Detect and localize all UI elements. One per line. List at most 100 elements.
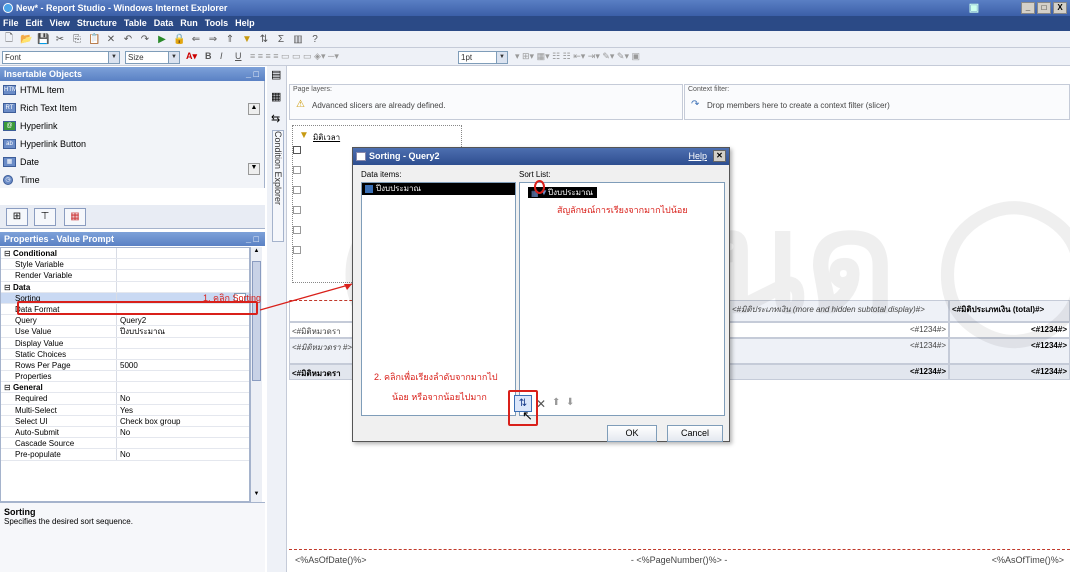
insertable-time[interactable]: ◷ Time bbox=[0, 171, 264, 189]
property-row[interactable]: Rows Per Page 5000 bbox=[1, 359, 249, 372]
underline-icon[interactable]: U bbox=[235, 51, 242, 61]
property-value[interactable] bbox=[117, 371, 249, 381]
insertable-html-item[interactable]: HTML HTML Item bbox=[0, 81, 264, 99]
page-explorer-icon[interactable]: ▤ bbox=[271, 68, 281, 81]
menu-edit[interactable]: Edit bbox=[26, 16, 43, 31]
property-row[interactable]: Select UI Check box group bbox=[1, 415, 249, 427]
property-row[interactable]: Required No bbox=[1, 393, 249, 405]
condition-explorer-tab[interactable]: Condition Explorer bbox=[272, 130, 284, 242]
restore-icon[interactable]: ▣ bbox=[965, 1, 983, 15]
condition-explorer-icon[interactable]: ⇆ bbox=[271, 112, 280, 125]
property-value[interactable]: Yes bbox=[117, 405, 249, 415]
insertable-date[interactable]: ▦ Date bbox=[0, 153, 264, 171]
help-link[interactable]: Help bbox=[688, 148, 707, 165]
forward-icon[interactable]: ⇒ bbox=[207, 34, 219, 45]
scroll-down-icon[interactable]: ▼ bbox=[252, 491, 261, 501]
font-combo[interactable]: Font ▼ bbox=[2, 51, 120, 64]
property-value[interactable] bbox=[117, 338, 249, 348]
menu-structure[interactable]: Structure bbox=[77, 16, 117, 31]
font-color-icon[interactable]: A▾ bbox=[186, 51, 197, 62]
checkbox[interactable] bbox=[293, 166, 301, 174]
menu-run[interactable]: Run bbox=[180, 16, 198, 31]
property-value[interactable]: Check box group bbox=[117, 416, 249, 426]
property-row[interactable]: Use Value ปีงบประมาณ bbox=[1, 326, 249, 338]
menu-help[interactable]: Help bbox=[235, 16, 255, 31]
close-icon[interactable]: ✕ bbox=[713, 150, 726, 162]
data-item[interactable]: ปีงบประมาณ bbox=[362, 183, 515, 195]
sort-list[interactable]: ▦ ▼ ปีงบประมาณ bbox=[519, 182, 725, 416]
menu-data[interactable]: Data bbox=[154, 16, 174, 31]
help-icon[interactable]: ? bbox=[309, 34, 321, 45]
insertable-rich-text-item[interactable]: RT Rich Text Item bbox=[0, 99, 264, 117]
page-layers-area[interactable]: Page layers: ⚠ Advanced slicers are alre… bbox=[289, 84, 683, 120]
property-row[interactable]: Properties bbox=[1, 371, 249, 383]
cut-icon[interactable]: ✂ bbox=[54, 34, 66, 45]
up-icon[interactable]: ⇑ bbox=[224, 34, 236, 45]
property-value[interactable]: No bbox=[117, 393, 249, 403]
minimize-button[interactable]: _ bbox=[1021, 2, 1035, 14]
insertable-hyperlink[interactable]: @ Hyperlink bbox=[0, 117, 264, 135]
checkbox[interactable] bbox=[293, 226, 301, 234]
undo-icon[interactable]: ↶ bbox=[122, 34, 134, 45]
filter-icon[interactable]: ▼ bbox=[241, 34, 253, 45]
scroll-up-icon[interactable]: ▲ bbox=[252, 248, 261, 258]
menu-tools[interactable]: Tools bbox=[205, 16, 228, 31]
property-row[interactable]: Auto-Submit No bbox=[1, 427, 249, 439]
property-value[interactable]: 5000 bbox=[117, 360, 249, 370]
italic-icon[interactable]: I bbox=[220, 51, 223, 61]
checkbox[interactable] bbox=[293, 186, 301, 194]
checkbox[interactable] bbox=[293, 146, 301, 154]
property-row[interactable]: Render Variable bbox=[1, 270, 249, 282]
property-row[interactable]: Cascade Source bbox=[1, 438, 249, 450]
property-row[interactable]: General bbox=[1, 382, 249, 394]
lock-icon[interactable]: 🔒 bbox=[173, 34, 185, 45]
cancel-button[interactable]: Cancel bbox=[667, 425, 723, 442]
panel-minimize-icon[interactable]: _ □ bbox=[246, 232, 259, 246]
border-width-combo[interactable]: 1pt ▼ bbox=[458, 51, 508, 64]
paste-icon[interactable]: 📋 bbox=[88, 34, 100, 45]
align-icons[interactable]: ≡ ≡ ≡ ≡ ▭ ▭ ▭ ◈▾ ─▾ bbox=[250, 51, 339, 62]
property-row[interactable]: Query Query2 bbox=[1, 315, 249, 327]
checkbox[interactable] bbox=[293, 246, 301, 254]
property-row[interactable]: Static Choices bbox=[1, 348, 249, 360]
property-value[interactable] bbox=[117, 270, 249, 280]
scroll-up-icon[interactable]: ▲ bbox=[248, 103, 260, 115]
panel-minimize-icon[interactable]: _ □ bbox=[246, 67, 259, 81]
more-format-icons[interactable]: ▾ ⊞▾ ▦▾ ☷ ☷ ⇤▾ ⇥▾ ✎▾ ✎▾ ▣ bbox=[515, 51, 640, 62]
save-icon[interactable]: 💾 bbox=[37, 34, 49, 45]
move-up-icon[interactable]: ⬆ bbox=[552, 397, 560, 408]
scroll-down-icon[interactable]: ▼ bbox=[248, 163, 260, 175]
property-value[interactable] bbox=[117, 438, 249, 448]
property-value[interactable] bbox=[117, 382, 249, 392]
property-value[interactable] bbox=[117, 248, 249, 258]
property-row[interactable]: Multi-Select Yes bbox=[1, 404, 249, 416]
open-icon[interactable]: 📂 bbox=[20, 34, 32, 45]
ok-button[interactable]: OK bbox=[607, 425, 657, 442]
property-value[interactable]: Query2 bbox=[117, 315, 249, 325]
data-items-tab-icon[interactable]: ⊤ bbox=[34, 208, 56, 226]
menu-table[interactable]: Table bbox=[124, 16, 147, 31]
property-value[interactable]: ปีงบประมาณ bbox=[117, 326, 249, 336]
property-value[interactable]: No bbox=[117, 449, 249, 459]
context-filter-area[interactable]: Context filter: ↷ Drop members here to c… bbox=[684, 84, 1070, 120]
new-icon[interactable]: 🗋 bbox=[3, 31, 15, 48]
delete-icon[interactable]: ✕ bbox=[105, 34, 117, 45]
property-row[interactable]: Pre-populate No bbox=[1, 449, 249, 461]
toolbox-tab-icon[interactable]: ▦ bbox=[64, 208, 86, 226]
copy-icon[interactable]: ⎘ bbox=[71, 34, 83, 45]
menu-view[interactable]: View bbox=[50, 16, 70, 31]
bold-icon[interactable]: B bbox=[205, 51, 212, 61]
move-down-icon[interactable]: ⬇ bbox=[566, 397, 574, 408]
property-row[interactable]: Conditional bbox=[1, 248, 249, 260]
close-button[interactable]: X bbox=[1053, 2, 1067, 14]
property-row[interactable]: Display Value bbox=[1, 337, 249, 349]
property-value[interactable] bbox=[117, 349, 249, 359]
property-value[interactable]: No bbox=[117, 427, 249, 437]
size-combo[interactable]: Size ▼ bbox=[125, 51, 180, 64]
maximize-button[interactable]: □ bbox=[1037, 2, 1051, 14]
query-explorer-icon[interactable]: ▦ bbox=[271, 90, 281, 103]
checkbox[interactable] bbox=[293, 206, 301, 214]
sort-icon[interactable]: ⇅ bbox=[258, 34, 270, 45]
sum-icon[interactable]: Σ bbox=[275, 34, 287, 45]
back-icon[interactable]: ⇐ bbox=[190, 34, 202, 45]
